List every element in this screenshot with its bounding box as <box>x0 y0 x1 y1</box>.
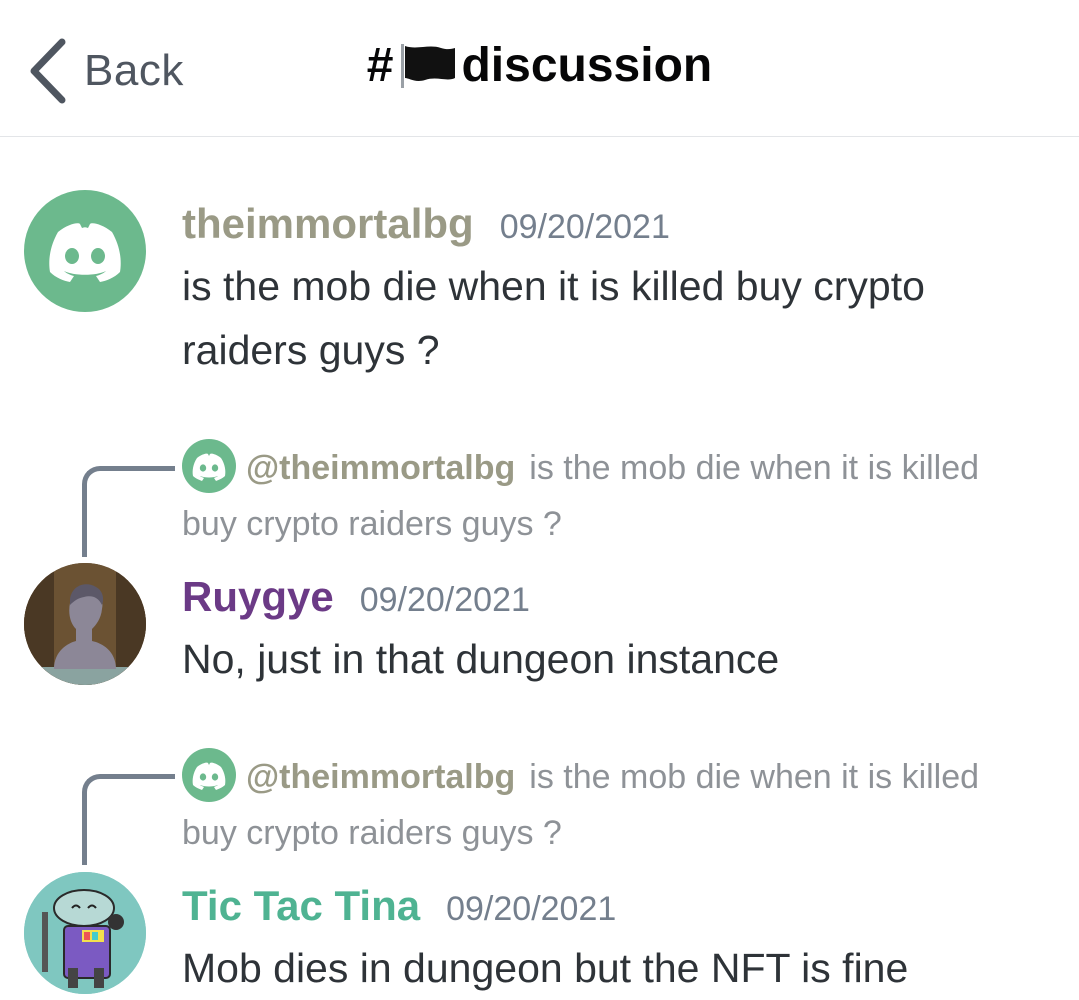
message-content: No, just in that dungeon instance <box>182 636 780 682</box>
message-header: theimmortalbg 09/20/2021 <box>182 200 670 248</box>
timestamp: 09/20/2021 <box>499 208 670 246</box>
robot-avatar-icon <box>24 872 146 994</box>
reply-spine <box>82 774 175 865</box>
author-name[interactable]: Ruygye <box>182 573 334 621</box>
channel-title: # discussion <box>0 38 1079 93</box>
bust-portrait-icon <box>24 563 146 685</box>
reply-mention[interactable]: @theimmortalbg <box>246 758 515 796</box>
message-header: Ruygye 09/20/2021 <box>182 573 530 621</box>
timestamp: 09/20/2021 <box>359 581 530 619</box>
avatar[interactable] <box>24 563 146 685</box>
channel-hash: # <box>366 39 394 92</box>
message-content: is the mob die when it is killed buy cry… <box>182 263 925 373</box>
timestamp: 09/20/2021 <box>446 890 617 928</box>
message-header: Tic Tac Tina 09/20/2021 <box>182 882 616 930</box>
discord-mini-avatar-icon <box>182 439 236 494</box>
channel-name: discussion <box>461 39 713 92</box>
black-flag-icon <box>401 43 456 88</box>
reply-preview[interactable]: @theimmortalbg is the mob die when it is … <box>182 748 1042 860</box>
discord-mini-avatar-icon <box>182 748 236 803</box>
reply-preview[interactable]: @theimmortalbg is the mob die when it is … <box>182 439 1042 551</box>
author-name[interactable]: Tic Tac Tina <box>182 882 420 930</box>
avatar[interactable] <box>24 190 146 312</box>
discord-logo-icon <box>49 223 121 282</box>
avatar[interactable] <box>24 872 146 994</box>
reply-mention[interactable]: @theimmortalbg <box>246 449 515 487</box>
reply-spine <box>82 466 175 557</box>
author-name[interactable]: theimmortalbg <box>182 200 474 248</box>
message-content: Mob dies in dungeon but the NFT is fine <box>182 945 909 991</box>
channel-header: Back # discussion <box>0 0 1079 137</box>
